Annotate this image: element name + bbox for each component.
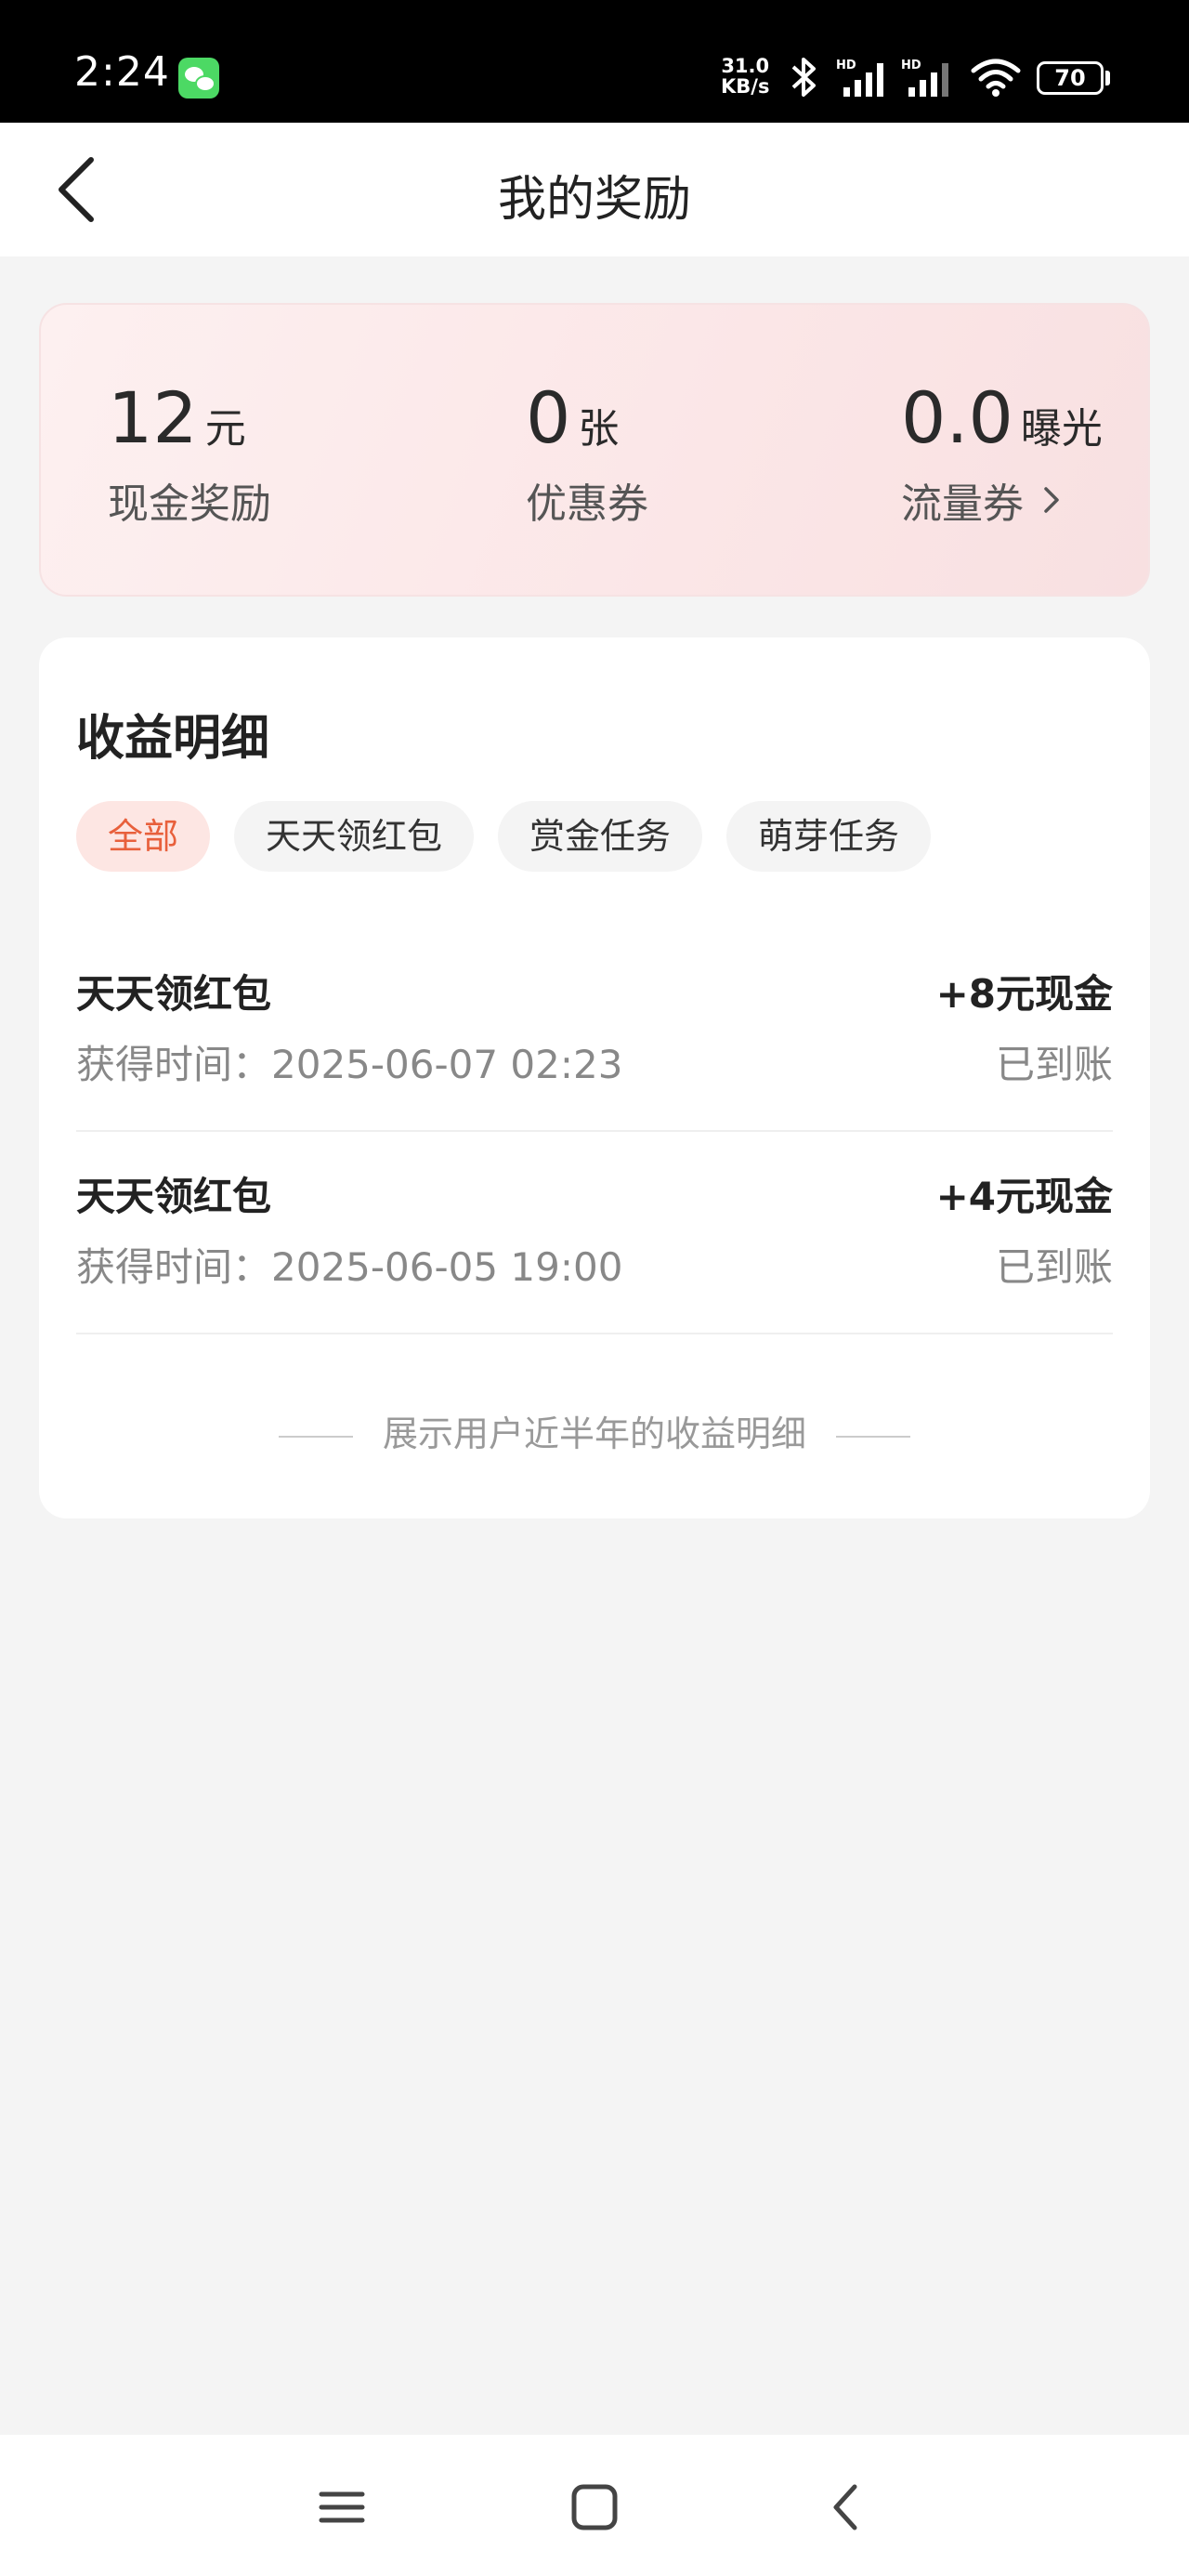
filter-tab-daily-red-packet[interactable]: 天天领红包	[234, 801, 475, 872]
chevron-right-icon	[1044, 487, 1059, 513]
traffic-coupon-label: 流量券	[901, 480, 1024, 528]
status-bar: 2:24 31.0 KB/s HD HD 70	[0, 0, 1189, 123]
back-icon[interactable]	[821, 2481, 873, 2533]
svg-text:HD: HD	[901, 59, 921, 72]
reward-summary-card: 12 元 现金奖励 0张 优惠券 0.0 曝光 流量券	[39, 303, 1150, 597]
system-nav-bar	[0, 2435, 1189, 2576]
wechat-icon	[178, 58, 219, 99]
record-status: 已到账	[995, 1042, 1113, 1087]
record-amount: +8元现金	[935, 971, 1113, 1017]
coupon-label: 优惠券	[526, 480, 648, 528]
bluetooth-icon	[791, 58, 816, 97]
signal-icon: HD	[836, 59, 883, 97]
traffic-coupon-label-row: 流量券	[901, 470, 1103, 530]
menu-icon[interactable]	[316, 2481, 368, 2533]
cash-reward-label: 现金奖励	[108, 480, 271, 528]
divider	[278, 1435, 353, 1438]
wifi-icon	[971, 59, 1021, 97]
record-status: 已到账	[995, 1244, 1113, 1290]
record-name: 天天领红包	[76, 971, 272, 1017]
home-icon[interactable]	[568, 2481, 621, 2533]
svg-text:HD: HD	[836, 59, 856, 72]
cash-reward-value: 12	[108, 376, 198, 459]
coupon-reward[interactable]: 0张 优惠券	[526, 379, 648, 530]
traffic-coupon-value: 0.0	[901, 376, 1013, 459]
filter-tab-bounty-task[interactable]: 赏金任务	[498, 801, 703, 872]
nav-bar: 我的奖励	[0, 123, 1189, 256]
list-item: 天天领红包 获得时间：2025-06-05 19:00 +4元现金 已到账	[76, 1134, 1113, 1334]
record-amount: +4元现金	[935, 1174, 1113, 1219]
page-title: 我的奖励	[497, 172, 691, 228]
earnings-detail-card: 收益明细 全部 天天领红包 赏金任务 萌芽任务 天天领红包 获得时间：2025-…	[39, 637, 1150, 1518]
footer-note-text: 展示用户近半年的收益明细	[382, 1413, 806, 1454]
cash-reward-unit: 元	[204, 405, 246, 453]
coupon-unit: 张	[578, 405, 620, 453]
signal-icon: HD	[901, 59, 948, 97]
battery-cap	[1105, 71, 1110, 85]
record-name: 天天领红包	[76, 1174, 272, 1219]
section-title: 收益明细	[76, 711, 270, 767]
coupon-value: 0	[526, 376, 571, 459]
divider	[836, 1435, 910, 1438]
battery-icon: 70	[1037, 61, 1104, 95]
cash-reward[interactable]: 12 元 现金奖励	[108, 379, 271, 530]
traffic-coupon-unit: 曝光	[1020, 405, 1103, 453]
filter-tabs: 全部 天天领红包 赏金任务 萌芽任务	[76, 801, 932, 872]
network-speed: 31.0 KB/s	[721, 55, 770, 98]
traffic-coupon[interactable]: 0.0 曝光 流量券	[901, 379, 1103, 530]
record-time: 获得时间：2025-06-07 02:23	[76, 1042, 623, 1087]
filter-tab-sprout-task[interactable]: 萌芽任务	[726, 801, 932, 872]
status-time: 2:24	[74, 48, 170, 96]
filter-tab-all[interactable]: 全部	[76, 801, 211, 872]
history-footer-note: 展示用户近半年的收益明细	[39, 1405, 1150, 1456]
record-time: 获得时间：2025-06-05 19:00	[76, 1244, 623, 1290]
list-item: 天天领红包 获得时间：2025-06-07 02:23 +8元现金 已到账	[76, 931, 1113, 1132]
